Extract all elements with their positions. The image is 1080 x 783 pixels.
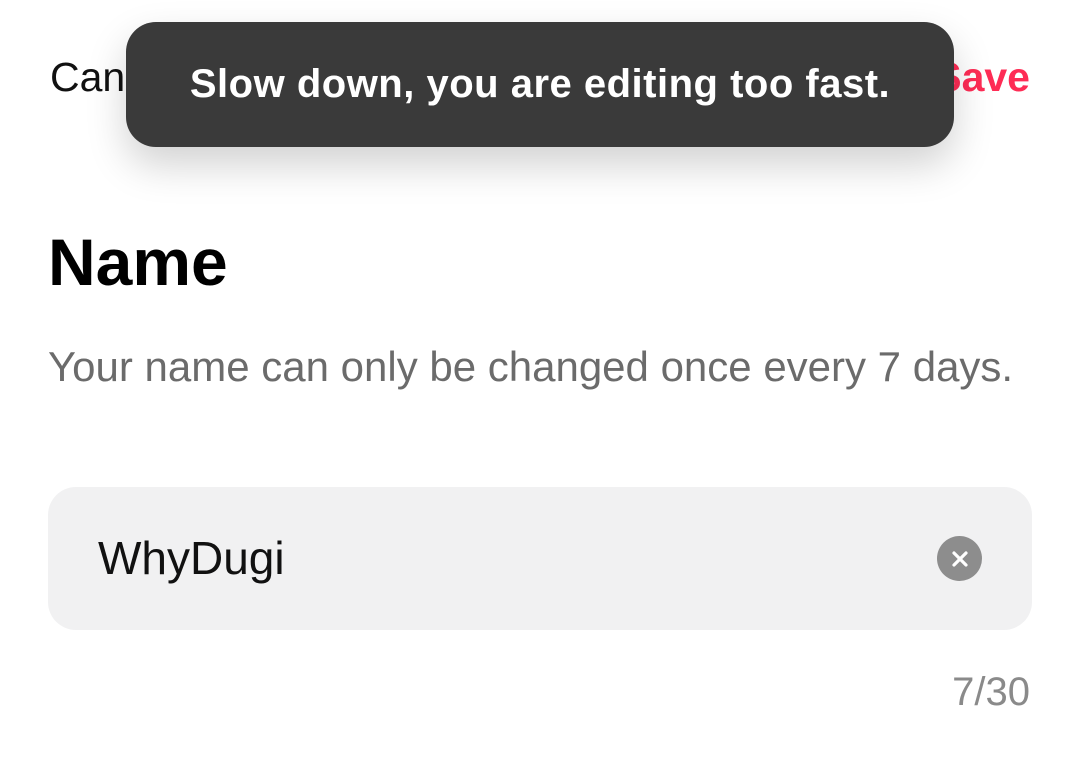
clear-x-icon bbox=[951, 550, 968, 567]
edit-name-screen: Cancel Save Slow down, you are editing t… bbox=[0, 0, 1080, 783]
toast-message: Slow down, you are editing too fast. bbox=[189, 62, 891, 106]
clear-button[interactable] bbox=[937, 536, 982, 581]
character-counter: 7/30 bbox=[952, 670, 1030, 714]
rate-limit-toast: Slow down, you are editing too fast. bbox=[126, 22, 954, 147]
name-input[interactable]: WhyDugi bbox=[48, 487, 1032, 630]
name-change-description: Your name can only be changed once every… bbox=[48, 343, 1014, 390]
page-title: Name bbox=[48, 225, 228, 299]
name-input-value[interactable]: WhyDugi bbox=[98, 487, 285, 630]
